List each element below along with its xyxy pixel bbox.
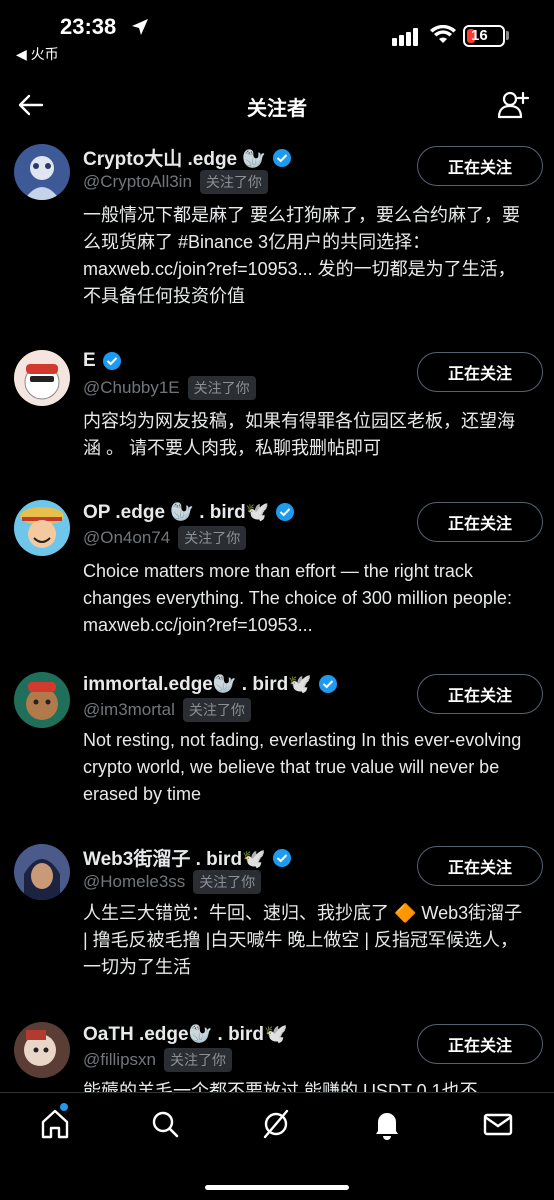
user-handle: @On4on74 (83, 528, 171, 547)
notification-dot (60, 1103, 68, 1111)
user-name: Crypto大山 .edge 🦭 (83, 149, 267, 170)
user-name: OaTH .edge🦭 . bird🕊️ (83, 1024, 288, 1045)
search-icon[interactable] (148, 1107, 182, 1141)
user-handle: @Homele3ss (83, 872, 186, 891)
user-handle: @fillipsxn (83, 1050, 156, 1069)
following-button[interactable]: 正在关注 (417, 146, 543, 186)
home-icon[interactable] (38, 1107, 72, 1141)
follower-item[interactable]: Web3街溜子 . bird🕊️ @Homele3ss 关注了你 人生三大错觉：… (0, 836, 554, 1006)
following-button[interactable]: 正在关注 (417, 846, 543, 886)
bell-icon[interactable] (370, 1107, 404, 1141)
user-handle-row: @Chubby1E 关注了你 (83, 376, 256, 400)
user-name: immortal.edge🦭 . bird🕊️ (83, 674, 312, 695)
mail-icon[interactable] (481, 1107, 515, 1141)
follower-item[interactable]: OP .edge 🦭 . bird🕊️ @On4on74 关注了你 Choice… (0, 492, 554, 652)
follower-item[interactable]: Crypto大山 .edge 🦭 @CryptoAll3in 关注了你 一般情况… (0, 136, 554, 336)
verified-icon (272, 848, 291, 867)
status-bar: 23:38 ◀ 火币 16 (0, 0, 554, 66)
avatar[interactable] (14, 1022, 70, 1078)
avatar[interactable] (14, 144, 70, 200)
verified-icon (318, 675, 337, 693)
grok-icon[interactable] (259, 1107, 293, 1141)
user-handle: @CryptoAll3in (83, 172, 192, 191)
user-name-row[interactable]: immortal.edge🦭 . bird🕊️ (83, 672, 338, 696)
battery-text: 16 (471, 27, 488, 44)
follows-you-badge: 关注了你 (187, 376, 256, 400)
user-name-row[interactable]: OP .edge 🦭 . bird🕊️ (83, 500, 295, 524)
verified-icon (273, 148, 292, 167)
following-button[interactable]: 正在关注 (417, 352, 543, 392)
avatar[interactable] (14, 844, 70, 900)
user-bio: 内容均为网友投稿，如果有得罪各位园区老板，还望海涵 。 请不要人肉我，私聊我删帖… (83, 411, 515, 458)
user-bio: 一般情况下都是麻了 要么打狗麻了，要么合约麻了，要么现货麻了 #Binance … (83, 205, 520, 306)
follows-you-badge: 关注了你 (193, 870, 262, 894)
avatar[interactable] (14, 500, 70, 556)
following-button[interactable]: 正在关注 (417, 502, 543, 542)
user-name-row[interactable]: Crypto大山 .edge 🦭 (83, 144, 292, 171)
user-name: Web3街溜子 . bird🕊️ (83, 849, 266, 870)
user-bio: Not resting, not fading, everlasting In … (83, 730, 522, 804)
following-button[interactable]: 正在关注 (417, 674, 543, 714)
avatar[interactable] (14, 672, 70, 728)
follows-you-badge: 关注了你 (199, 170, 268, 194)
verified-icon (102, 352, 121, 370)
user-name-row[interactable]: OaTH .edge🦭 . bird🕊️ (83, 1022, 288, 1046)
user-handle-row: @fillipsxn 关注了你 (83, 1048, 232, 1072)
add-user-icon[interactable] (496, 88, 530, 122)
location-arrow-icon (132, 19, 148, 35)
user-bio: Choice matters more than effort — the ri… (83, 561, 512, 635)
user-name: E (83, 350, 96, 371)
user-bio: 能薅的羊毛一个都不要放过 能赚的 USDT 0.1也不 (83, 1081, 478, 1092)
follower-item[interactable]: immortal.edge🦭 . bird🕊️ @im3mortal 关注了你 … (0, 664, 554, 824)
user-name: OP .edge 🦭 . bird🕊️ (83, 502, 270, 523)
follower-item[interactable]: OaTH .edge🦭 . bird🕊️ @fillipsxn 关注了你 能薅的… (0, 1014, 554, 1092)
cellular-signal-icon (392, 28, 418, 46)
user-handle-row: @Homele3ss 关注了你 (83, 870, 262, 894)
user-handle: @im3mortal (83, 700, 175, 719)
following-button[interactable]: 正在关注 (417, 1024, 543, 1064)
back-to-app-link[interactable]: ◀ 火币 (16, 44, 59, 64)
follows-you-badge: 关注了你 (164, 1048, 232, 1072)
user-name-row[interactable]: Web3街溜子 . bird🕊️ (83, 844, 292, 871)
status-time: 23:38 (60, 14, 117, 39)
wifi-icon (430, 25, 456, 43)
verified-icon (276, 503, 295, 521)
user-handle-row: @On4on74 关注了你 (83, 526, 247, 550)
followers-list: Crypto大山 .edge 🦭 @CryptoAll3in 关注了你 一般情况… (0, 136, 554, 1092)
user-handle: @Chubby1E (83, 378, 180, 397)
bottom-nav (0, 1092, 554, 1200)
follows-you-badge: 关注了你 (178, 526, 247, 550)
home-indicator (205, 1185, 349, 1190)
user-handle-row: @CryptoAll3in 关注了你 (83, 170, 268, 194)
avatar[interactable] (14, 350, 70, 406)
battery-nub (506, 31, 509, 40)
follower-item[interactable]: E @Chubby1E 关注了你 内容均为网友投稿，如果有得罪各位园区老板，还望… (0, 342, 554, 492)
user-name-row[interactable]: E (83, 350, 122, 372)
follows-you-badge: 关注了你 (182, 698, 251, 722)
page-title: 关注者 (247, 98, 307, 120)
user-handle-row: @im3mortal 关注了你 (83, 698, 251, 722)
battery-indicator: 16 (463, 25, 505, 47)
app-header: 关注者 (0, 72, 554, 136)
user-bio: 人生三大错觉：牛回、速归、我抄底了 🔶 Web3街溜子 | 撸毛反被毛撸 |白天… (83, 903, 523, 977)
